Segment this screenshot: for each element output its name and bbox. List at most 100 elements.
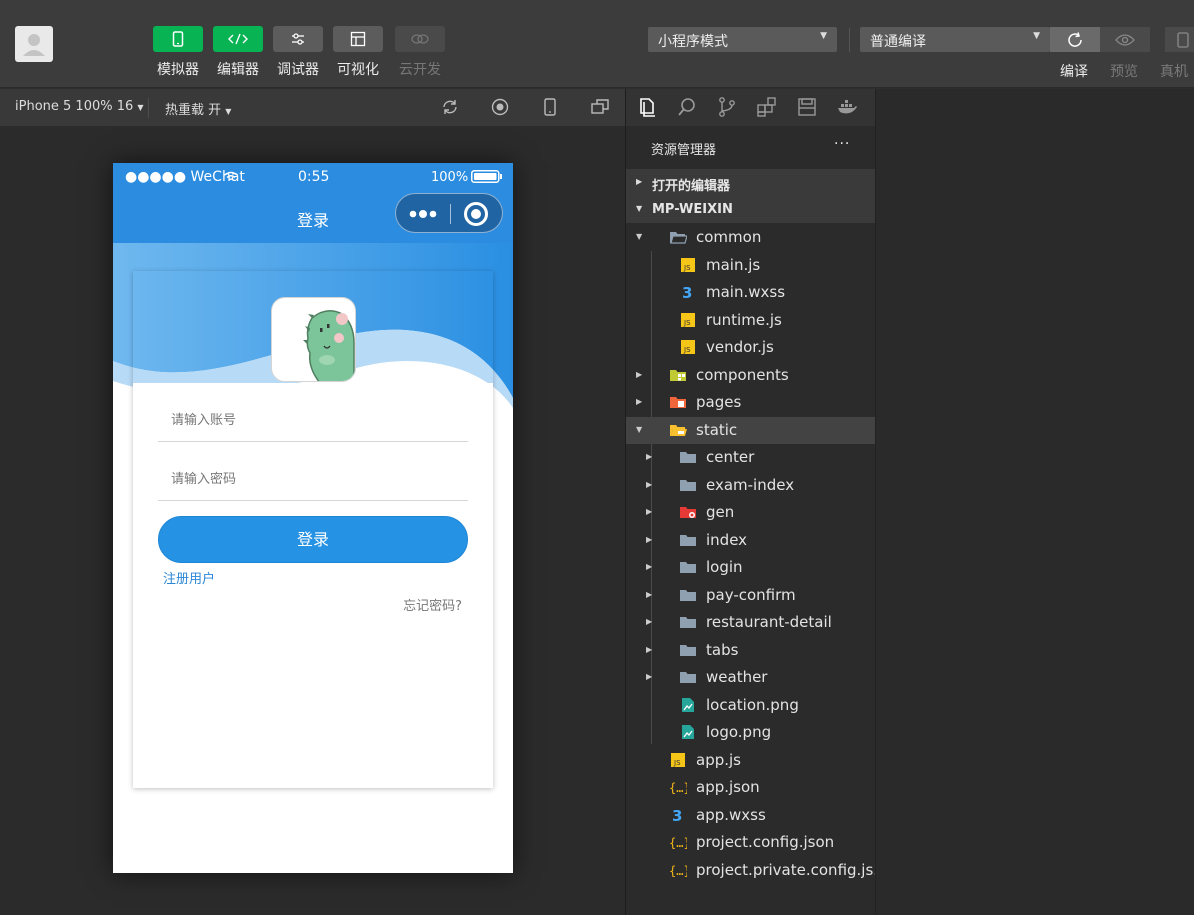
password-input[interactable] bbox=[158, 458, 468, 500]
cloud-tool-label: 云开发 bbox=[399, 62, 441, 78]
compile-label: 编译 bbox=[1060, 64, 1088, 80]
visual-tool-button[interactable]: 可视化 bbox=[333, 26, 383, 79]
tree-item-label: components bbox=[696, 366, 789, 384]
chevron-right-icon[interactable]: ▶ bbox=[646, 480, 652, 489]
chevron-right-icon[interactable]: ▶ bbox=[646, 672, 652, 681]
svg-text:{…}: {…} bbox=[669, 864, 687, 878]
account-field[interactable] bbox=[158, 399, 468, 442]
debugger-tool-label: 调试器 bbox=[277, 62, 319, 78]
login-button[interactable]: 登录 bbox=[158, 516, 468, 563]
tree-item[interactable]: ▶ gen bbox=[626, 499, 875, 526]
search-icon[interactable] bbox=[676, 96, 698, 118]
battery-label: 100% bbox=[431, 170, 469, 185]
chevron-right-icon[interactable]: ▶ bbox=[646, 645, 652, 654]
cloud-tool-button[interactable]: 云开发 bbox=[395, 26, 445, 79]
battery-icon bbox=[471, 170, 502, 183]
gen-folder-icon bbox=[679, 504, 697, 520]
device-select[interactable]: iPhone 5 100% 16 ▼ bbox=[15, 99, 144, 114]
chevron-right-icon[interactable]: ▶ bbox=[646, 452, 652, 461]
register-link[interactable]: 注册用户 bbox=[163, 568, 215, 587]
svg-text:JS: JS bbox=[683, 346, 691, 354]
tree-item[interactable]: {…} app.json bbox=[626, 774, 875, 801]
phone-outline-icon[interactable] bbox=[542, 98, 558, 116]
wifi-icon bbox=[224, 171, 238, 181]
project-section[interactable]: ▼ MP-WEIXIN bbox=[626, 196, 875, 223]
hot-reload-toggle[interactable]: 热重载 开 ▼ bbox=[165, 99, 231, 118]
folder-icon bbox=[679, 559, 697, 575]
phone-icon bbox=[172, 31, 184, 47]
tree-item[interactable]: ▶ components bbox=[626, 362, 875, 389]
explorer-files-icon[interactable] bbox=[636, 96, 658, 118]
mode-select[interactable]: 小程序模式 ▼ bbox=[648, 27, 837, 52]
tree-item[interactable]: 3 app.wxss bbox=[626, 802, 875, 829]
password-field[interactable] bbox=[158, 458, 468, 501]
docker-icon[interactable] bbox=[836, 96, 858, 118]
tree-item[interactable]: ▶ restaurant-detail bbox=[626, 609, 875, 636]
chevron-right-icon[interactable]: ▶ bbox=[646, 617, 652, 626]
refresh-icon bbox=[1068, 31, 1082, 47]
tree-item[interactable]: ▶ center bbox=[626, 444, 875, 471]
source-control-icon[interactable] bbox=[716, 96, 738, 118]
close-miniprogram-icon[interactable] bbox=[464, 202, 488, 226]
tree-item[interactable]: {…} project.config.json bbox=[626, 829, 875, 856]
chevron-down-icon: ▼ bbox=[1033, 31, 1040, 41]
tree-item[interactable]: JS main.js bbox=[626, 252, 875, 279]
tree-item[interactable]: location.png bbox=[626, 692, 875, 719]
project-label: MP-WEIXIN bbox=[652, 202, 733, 217]
chevron-right-icon[interactable]: ▶ bbox=[646, 590, 652, 599]
chevron-down-icon[interactable]: ▼ bbox=[636, 425, 642, 434]
chevron-right-icon[interactable]: ▶ bbox=[636, 397, 642, 406]
tree-item-label: tabs bbox=[706, 641, 739, 659]
chevron-down-icon[interactable]: ▼ bbox=[636, 232, 642, 241]
tree-item[interactable]: ▶ exam-index bbox=[626, 472, 875, 499]
tree-item-label: project.private.config.js... bbox=[696, 861, 888, 879]
chevron-right-icon[interactable]: ▶ bbox=[636, 370, 642, 379]
sliders-icon bbox=[292, 33, 304, 45]
capsule-menu bbox=[395, 193, 503, 233]
compile-select[interactable]: 普通编译 ▼ bbox=[860, 27, 1050, 52]
tree-item-label: login bbox=[706, 558, 743, 576]
storage-icon[interactable] bbox=[796, 96, 818, 118]
forgot-password-link[interactable]: 忘记密码? bbox=[403, 595, 462, 614]
tree-item[interactable]: ▶ pay-confirm bbox=[626, 582, 875, 609]
toolbar-divider bbox=[849, 28, 850, 52]
mode-select-value: 小程序模式 bbox=[658, 34, 728, 50]
more-actions-button[interactable]: ··· bbox=[834, 136, 850, 152]
chevron-right-icon[interactable]: ▶ bbox=[646, 562, 652, 571]
real-device-button[interactable] bbox=[1165, 27, 1194, 52]
clock-label: 0:55 bbox=[298, 169, 330, 185]
stop-icon[interactable] bbox=[491, 98, 509, 116]
open-editors-section[interactable]: ▶ 打开的编辑器 bbox=[626, 169, 875, 196]
tree-item[interactable]: ▶ weather bbox=[626, 664, 875, 691]
debugger-tool-button[interactable]: 调试器 bbox=[273, 26, 323, 79]
tree-item[interactable]: logo.png bbox=[626, 719, 875, 746]
svg-text:3: 3 bbox=[672, 807, 682, 823]
user-avatar[interactable] bbox=[15, 26, 53, 62]
tree-item[interactable]: 3 main.wxss bbox=[626, 279, 875, 306]
tree-item[interactable]: ▶ index bbox=[626, 527, 875, 554]
reload-icon[interactable] bbox=[441, 98, 459, 116]
editor-tool-button[interactable]: 编辑器 bbox=[213, 26, 263, 79]
tree-item-label: project.config.json bbox=[696, 833, 835, 851]
chevron-right-icon[interactable]: ▶ bbox=[646, 507, 652, 516]
preview-button[interactable] bbox=[1100, 27, 1150, 52]
chevron-right-icon[interactable]: ▶ bbox=[646, 535, 652, 544]
css-file-icon: 3 bbox=[669, 807, 687, 825]
tree-item[interactable]: ▶ tabs bbox=[626, 637, 875, 664]
tree-item[interactable]: ▼ static bbox=[626, 417, 875, 444]
simulator-tool-button[interactable]: 模拟器 bbox=[153, 26, 203, 79]
tree-item[interactable]: JS vendor.js bbox=[626, 334, 875, 361]
tree-item[interactable]: ▼ common bbox=[626, 224, 875, 251]
tree-item[interactable]: ▶ pages bbox=[626, 389, 875, 416]
more-dots-icon[interactable] bbox=[409, 210, 441, 218]
tree-item[interactable]: {…} project.private.config.js... bbox=[626, 857, 888, 884]
tree-item[interactable]: ▶ login bbox=[626, 554, 875, 581]
detach-window-icon[interactable] bbox=[591, 98, 609, 116]
account-input[interactable] bbox=[158, 399, 468, 441]
tree-item[interactable]: JS runtime.js bbox=[626, 307, 875, 334]
compile-button[interactable] bbox=[1050, 27, 1100, 52]
hot-reload-value: 热重载 开 bbox=[165, 103, 222, 118]
extensions-icon[interactable] bbox=[756, 96, 778, 118]
javascript-file-icon: JS bbox=[669, 752, 687, 768]
tree-item[interactable]: JS app.js bbox=[626, 747, 875, 774]
